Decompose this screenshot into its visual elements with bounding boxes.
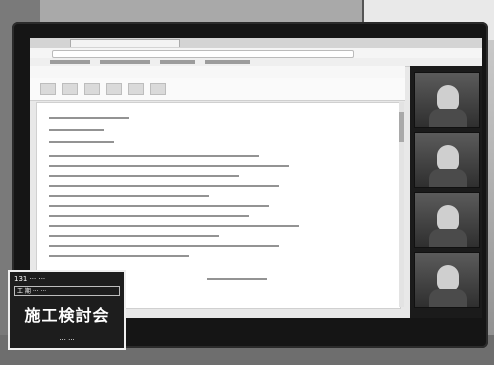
participant-body — [429, 289, 467, 307]
participant-head — [437, 205, 459, 231]
document-text-line — [49, 175, 239, 177]
ribbon-button[interactable] — [150, 83, 166, 95]
participant-body — [429, 229, 467, 247]
document-ribbon — [30, 78, 405, 101]
participant-head — [437, 85, 459, 111]
ribbon-button[interactable] — [62, 83, 78, 95]
document-text-line — [49, 245, 279, 247]
video-tile[interactable] — [414, 132, 480, 188]
document-text-line — [207, 278, 267, 280]
event-sign: 131 ··· ··· 工 期 ··· ··· 施工検討会 ··· ··· — [8, 270, 126, 350]
document-text-line — [49, 195, 209, 197]
video-tile[interactable] — [414, 252, 480, 308]
document-text-line — [49, 235, 219, 237]
video-panel — [410, 66, 482, 318]
document-text-line — [49, 165, 289, 167]
participant-head — [437, 265, 459, 291]
ribbon-button[interactable] — [128, 83, 144, 95]
participant-body — [429, 109, 467, 127]
bookmark-item[interactable] — [50, 60, 90, 64]
document-text-line — [49, 215, 249, 217]
document-text-line — [49, 185, 279, 187]
bookmark-item[interactable] — [160, 60, 195, 64]
document-text-line — [49, 255, 189, 257]
document-text-line — [49, 155, 259, 157]
document-text-line — [49, 117, 129, 119]
document-text-line — [49, 129, 104, 131]
ribbon-button[interactable] — [84, 83, 100, 95]
sign-row: 工 期 ··· ··· — [14, 286, 120, 296]
video-tile[interactable] — [414, 72, 480, 128]
sign-footer: ··· ··· — [59, 336, 75, 344]
sign-title: 施工検討会 — [24, 306, 110, 325]
url-input[interactable] — [52, 50, 354, 58]
bookmark-item[interactable] — [100, 60, 150, 64]
ribbon-button[interactable] — [106, 83, 122, 95]
document-text-line — [49, 205, 269, 207]
document-scrollbar[interactable] — [399, 102, 404, 307]
sign-header: 131 ··· ··· — [14, 275, 46, 283]
document-text-line — [49, 225, 299, 227]
bookmark-item[interactable] — [205, 60, 250, 64]
ribbon-button[interactable] — [40, 83, 56, 95]
document-text-line — [49, 141, 114, 143]
participant-head — [437, 145, 459, 171]
browser-tab[interactable] — [70, 39, 180, 47]
participant-body — [429, 169, 467, 187]
video-tile[interactable] — [414, 192, 480, 248]
scrollbar-thumb[interactable] — [399, 112, 404, 142]
